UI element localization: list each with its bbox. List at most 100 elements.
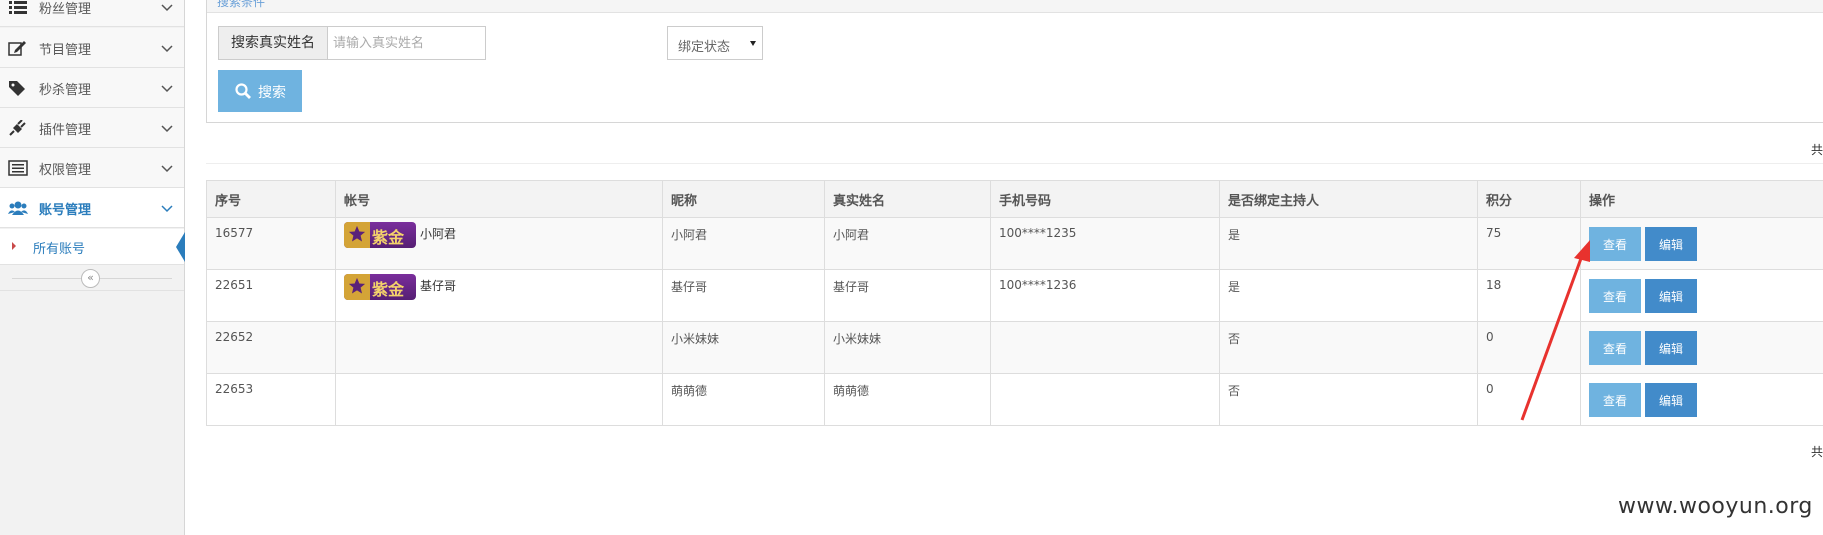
cell-phone [990, 321, 1220, 374]
chevron-down-icon [161, 45, 173, 53]
cell-real-name: 基仔哥 [824, 269, 991, 322]
search-panel-header: 搜索条件 [207, 0, 1823, 13]
name-search-group: 搜索真实姓名 [218, 26, 486, 60]
cell-id: 22653 [206, 373, 336, 426]
edit-button[interactable]: 编辑 [1645, 331, 1697, 365]
column-header[interactable]: 序号 [206, 180, 336, 218]
accounts-table: 序号 帐号 昵称 真实姓名 手机号码 是否绑定主持人 积分 操作 16577 紫… [206, 180, 1823, 426]
sidebar-item-programs[interactable]: 节目管理 [0, 28, 184, 68]
row-actions: 查看 编辑 [1589, 331, 1701, 365]
sidebar-item-label: 插件管理 [39, 123, 92, 138]
sidebar: 粉丝管理 节目管理 秒杀管理 插件管理 权限管理 账号管理 所有账号 « [0, 0, 185, 535]
star-icon [348, 277, 366, 294]
chevron-down-icon [161, 165, 173, 173]
list-alt-icon [8, 160, 28, 176]
sidebar-item-label: 秒杀管理 [39, 83, 92, 98]
cell-points: 18 [1477, 269, 1581, 322]
sidebar-item-fans[interactable]: 粉丝管理 [0, 0, 184, 27]
double-chevron-left-icon[interactable]: « [81, 269, 100, 288]
total-count-bottom: 共 [1811, 445, 1823, 459]
cell-account [335, 373, 663, 426]
cell-account: 紫金 基仔哥 [335, 269, 663, 322]
chevron-down-icon [161, 4, 173, 12]
cell-account [335, 321, 663, 374]
watermark: www.wooyun.org [1618, 494, 1813, 519]
plug-icon [9, 120, 26, 136]
sidebar-item-accounts[interactable]: 账号管理 [0, 188, 184, 228]
name-search-label: 搜索真实姓名 [218, 26, 328, 60]
sidebar-item-label: 粉丝管理 [39, 2, 92, 17]
vip-badge: 紫金 [344, 222, 416, 248]
cell-nickname: 小米妹妹 [662, 321, 825, 374]
list-icon [9, 1, 27, 14]
search-panel-title: 搜索条件 [217, 0, 266, 9]
view-button[interactable]: 查看 [1589, 227, 1641, 261]
star-icon [348, 225, 366, 242]
chevron-down-icon [161, 125, 173, 133]
cell-points: 0 [1477, 321, 1581, 374]
cell-points: 75 [1477, 217, 1581, 270]
column-header[interactable]: 积分 [1477, 180, 1581, 218]
table-row: 22653 萌萌德 萌萌德 否 0 查看 编辑 [206, 373, 1823, 426]
sidebar-item-permissions[interactable]: 权限管理 [0, 148, 184, 188]
cell-id: 16577 [206, 217, 336, 270]
column-header[interactable]: 昵称 [662, 180, 825, 218]
cell-points: 0 [1477, 373, 1581, 426]
row-actions: 查看 编辑 [1589, 279, 1701, 313]
sidebar-collapse-bar: « [0, 265, 184, 291]
sidebar-item-flash-sale[interactable]: 秒杀管理 [0, 68, 184, 108]
caret-right-icon [12, 242, 16, 250]
chevron-down-icon [161, 205, 173, 213]
column-header[interactable]: 手机号码 [990, 180, 1220, 218]
cell-real-name: 小阿君 [824, 217, 991, 270]
sidebar-item-plugins[interactable]: 插件管理 [0, 108, 184, 148]
users-icon [8, 201, 28, 215]
cell-phone [990, 373, 1220, 426]
cell-actions: 查看 编辑 [1580, 373, 1823, 426]
view-button[interactable]: 查看 [1589, 331, 1641, 365]
column-header: 操作 [1580, 180, 1823, 218]
sidebar-item-label: 权限管理 [39, 163, 92, 178]
bind-status-select[interactable]: 绑定状态 [667, 26, 763, 60]
sidebar-subitem-all-accounts[interactable]: 所有账号 [0, 229, 185, 265]
cell-real-name: 小米妹妹 [824, 321, 991, 374]
edit-icon [8, 41, 26, 56]
cell-nickname: 基仔哥 [662, 269, 825, 322]
cell-actions: 查看 编辑 [1580, 217, 1823, 270]
search-icon [235, 83, 251, 99]
cell-bound-host: 否 [1219, 373, 1478, 426]
search-panel: 搜索条件 搜索真实姓名 绑定状态 搜索 [206, 0, 1823, 123]
cell-account: 紫金 小阿君 [335, 217, 663, 270]
badge-label: 紫金 [372, 280, 405, 299]
table-row: 22652 小米妹妹 小米妹妹 否 0 查看 编辑 [206, 321, 1823, 374]
badge-label: 紫金 [372, 228, 405, 247]
view-button[interactable]: 查看 [1589, 383, 1641, 417]
table-row: 22651 紫金 基仔哥 基仔哥 基仔哥 100****1236 是 18 查看 … [206, 269, 1823, 322]
column-header[interactable]: 帐号 [335, 180, 663, 218]
divider [206, 163, 1823, 164]
bind-status-value: 绑定状态 [678, 40, 731, 55]
cell-nickname: 萌萌德 [662, 373, 825, 426]
search-button[interactable]: 搜索 [218, 70, 302, 112]
column-header[interactable]: 是否绑定主持人 [1219, 180, 1478, 218]
cell-bound-host: 否 [1219, 321, 1478, 374]
vip-badge: 紫金 [344, 274, 416, 300]
sidebar-item-label: 账号管理 [39, 203, 92, 218]
edit-button[interactable]: 编辑 [1645, 279, 1697, 313]
cell-bound-host: 是 [1219, 217, 1478, 270]
table-row: 16577 紫金 小阿君 小阿君 小阿君 100****1235 是 75 查看 … [206, 217, 1823, 270]
column-header[interactable]: 真实姓名 [824, 180, 991, 218]
account-name: 小阿君 [420, 226, 457, 241]
cell-actions: 查看 编辑 [1580, 321, 1823, 374]
view-button[interactable]: 查看 [1589, 279, 1641, 313]
chevron-down-icon [161, 85, 173, 93]
real-name-input[interactable] [327, 26, 486, 60]
cell-bound-host: 是 [1219, 269, 1478, 322]
edit-button[interactable]: 编辑 [1645, 227, 1697, 261]
caret-down-icon [750, 41, 756, 46]
edit-button[interactable]: 编辑 [1645, 383, 1697, 417]
tag-icon [9, 81, 25, 96]
cell-phone: 100****1235 [990, 217, 1220, 270]
cell-phone: 100****1236 [990, 269, 1220, 322]
cell-id: 22651 [206, 269, 336, 322]
